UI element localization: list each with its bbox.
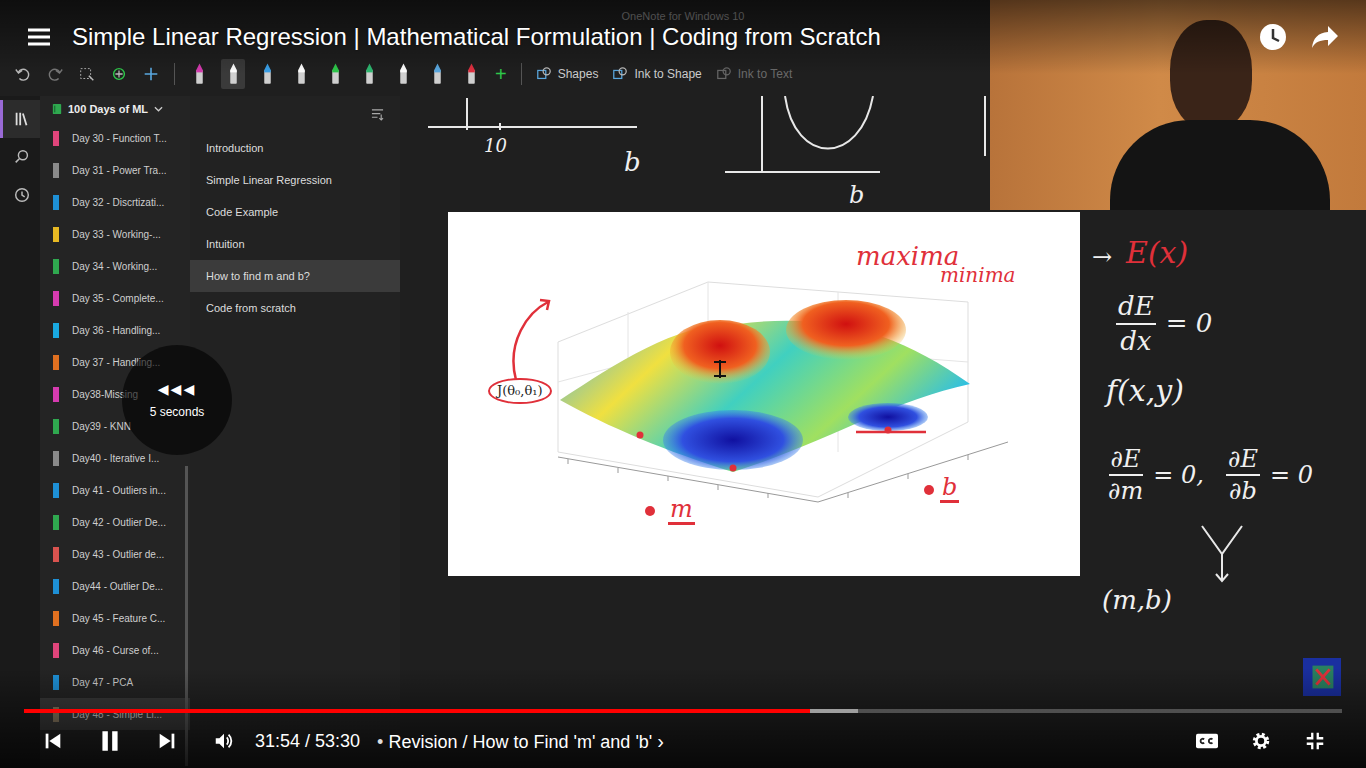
ink-note: J(θ₀,θ₁) (488, 378, 552, 404)
captions-icon (1194, 730, 1220, 752)
ink-note: ∂E∂b= 0 (1226, 446, 1313, 505)
color-strip (53, 579, 59, 594)
ink-note: minima (940, 264, 1016, 286)
ink-note: → (1092, 244, 1112, 270)
ink-note: 10 (484, 136, 507, 156)
page-item[interactable]: Day 42 - Outlier De... (40, 506, 190, 538)
ink-note: ∂E∂m= 0, (1108, 446, 1204, 505)
ink-note: f(x,y) (1106, 374, 1184, 407)
next-button[interactable] (147, 724, 187, 758)
color-strip (53, 227, 59, 242)
ink-note: b (940, 474, 959, 503)
color-strip (53, 515, 59, 530)
previous-icon (42, 730, 64, 752)
section-item[interactable]: How to find m and b? (190, 260, 400, 292)
page-item[interactable]: Day 41 - Outliers in... (40, 474, 190, 506)
player-controls: 31:54 / 53:30 • Revision / How to Find 'm… (0, 668, 1366, 768)
control-row: 31:54 / 53:30 • Revision / How to Find 'm… (0, 724, 1366, 758)
search-button[interactable] (0, 138, 40, 176)
time-display: 31:54 / 53:30 (255, 731, 360, 752)
color-strip (53, 419, 59, 434)
ink-note: m (668, 496, 695, 525)
color-strip (53, 355, 59, 370)
gear-icon (1250, 730, 1272, 752)
color-strip (53, 643, 59, 658)
search-icon (13, 148, 31, 166)
ink-note: b (849, 182, 864, 208)
page-item[interactable]: Day 35 - Complete... (40, 282, 190, 314)
notebook-icon (52, 103, 62, 115)
page-item[interactable]: Day 45 - Feature C... (40, 602, 190, 634)
section-item[interactable]: Intuition (190, 228, 400, 260)
color-strip (53, 547, 59, 562)
pause-icon (97, 728, 123, 754)
ink-note: dEdx= 0 (1116, 292, 1212, 355)
page-item[interactable]: Day 34 - Working... (40, 250, 190, 282)
color-strip (53, 163, 59, 178)
section-item[interactable]: Code Example (190, 196, 400, 228)
share-icon[interactable] (1310, 22, 1340, 52)
captions-button[interactable] (1187, 724, 1227, 758)
page-item[interactable]: Day 33 - Working-... (40, 218, 190, 250)
fraction: dEdx (1116, 292, 1156, 355)
color-strip (53, 483, 59, 498)
page-item[interactable]: Day 36 - Handling... (40, 314, 190, 346)
menu-icon[interactable] (28, 28, 50, 46)
ink-note: b (624, 148, 641, 177)
exit-fullscreen-icon (1304, 730, 1326, 752)
screen: OneNote for Windows 10+ShapesInk to Shap… (0, 0, 1366, 768)
chevron-down-icon (154, 106, 163, 112)
color-strip (53, 259, 59, 274)
video-title[interactable]: Simple Linear Regression | Mathematical … (72, 23, 881, 51)
page-item[interactable]: Day 31 - Power Tra... (40, 154, 190, 186)
library-icon (13, 110, 31, 128)
player-title-bar: Simple Linear Regression | Mathematical … (0, 0, 1366, 74)
settings-button[interactable] (1241, 724, 1281, 758)
clock-icon (13, 186, 31, 204)
color-strip (53, 323, 59, 338)
seek-indicator: ◀◀◀5 seconds (122, 345, 232, 455)
section-item[interactable]: Simple Linear Regression (190, 164, 400, 196)
recent-button[interactable] (0, 176, 40, 214)
ink-note: (m,b) (1102, 586, 1172, 615)
section-item[interactable]: Introduction (190, 132, 400, 164)
played-bar (24, 709, 810, 713)
section-header (190, 96, 400, 132)
color-strip (53, 131, 59, 146)
color-strip (53, 611, 59, 626)
fraction: ∂E∂b (1226, 446, 1260, 505)
chapter-title[interactable]: • Revision / How to Find 'm' and 'b' › (377, 730, 664, 753)
watch-later-icon[interactable] (1258, 22, 1288, 52)
progress-bar[interactable] (24, 709, 1342, 713)
fraction: ∂E∂m (1108, 446, 1143, 505)
notebooks-button[interactable] (0, 100, 40, 138)
merge-arrow-sketch (1197, 524, 1247, 584)
color-strip (53, 387, 59, 402)
page-item[interactable]: Day 30 - Function T... (40, 122, 190, 154)
play-pause-button[interactable] (90, 724, 130, 758)
volume-icon (213, 730, 235, 752)
next-icon (156, 730, 178, 752)
presenter-figure (1110, 120, 1330, 210)
page-item[interactable]: Day 43 - Outlier de... (40, 538, 190, 570)
color-strip (53, 451, 59, 466)
fullscreen-button[interactable] (1295, 724, 1335, 758)
notebook-selector[interactable]: 100 Days of ML (40, 96, 190, 122)
ink-note: E(x) (1126, 236, 1188, 269)
color-strip (53, 291, 59, 306)
page-item[interactable]: Day44 - Outlier De... (40, 570, 190, 602)
page-item[interactable]: Day 46 - Curse of... (40, 634, 190, 666)
page-item[interactable]: Day 32 - Discrtizati... (40, 186, 190, 218)
color-strip (53, 195, 59, 210)
sort-icon[interactable] (371, 108, 384, 121)
section-item[interactable]: Code from scratch (190, 292, 400, 324)
previous-button[interactable] (33, 724, 73, 758)
volume-button[interactable] (204, 724, 244, 758)
